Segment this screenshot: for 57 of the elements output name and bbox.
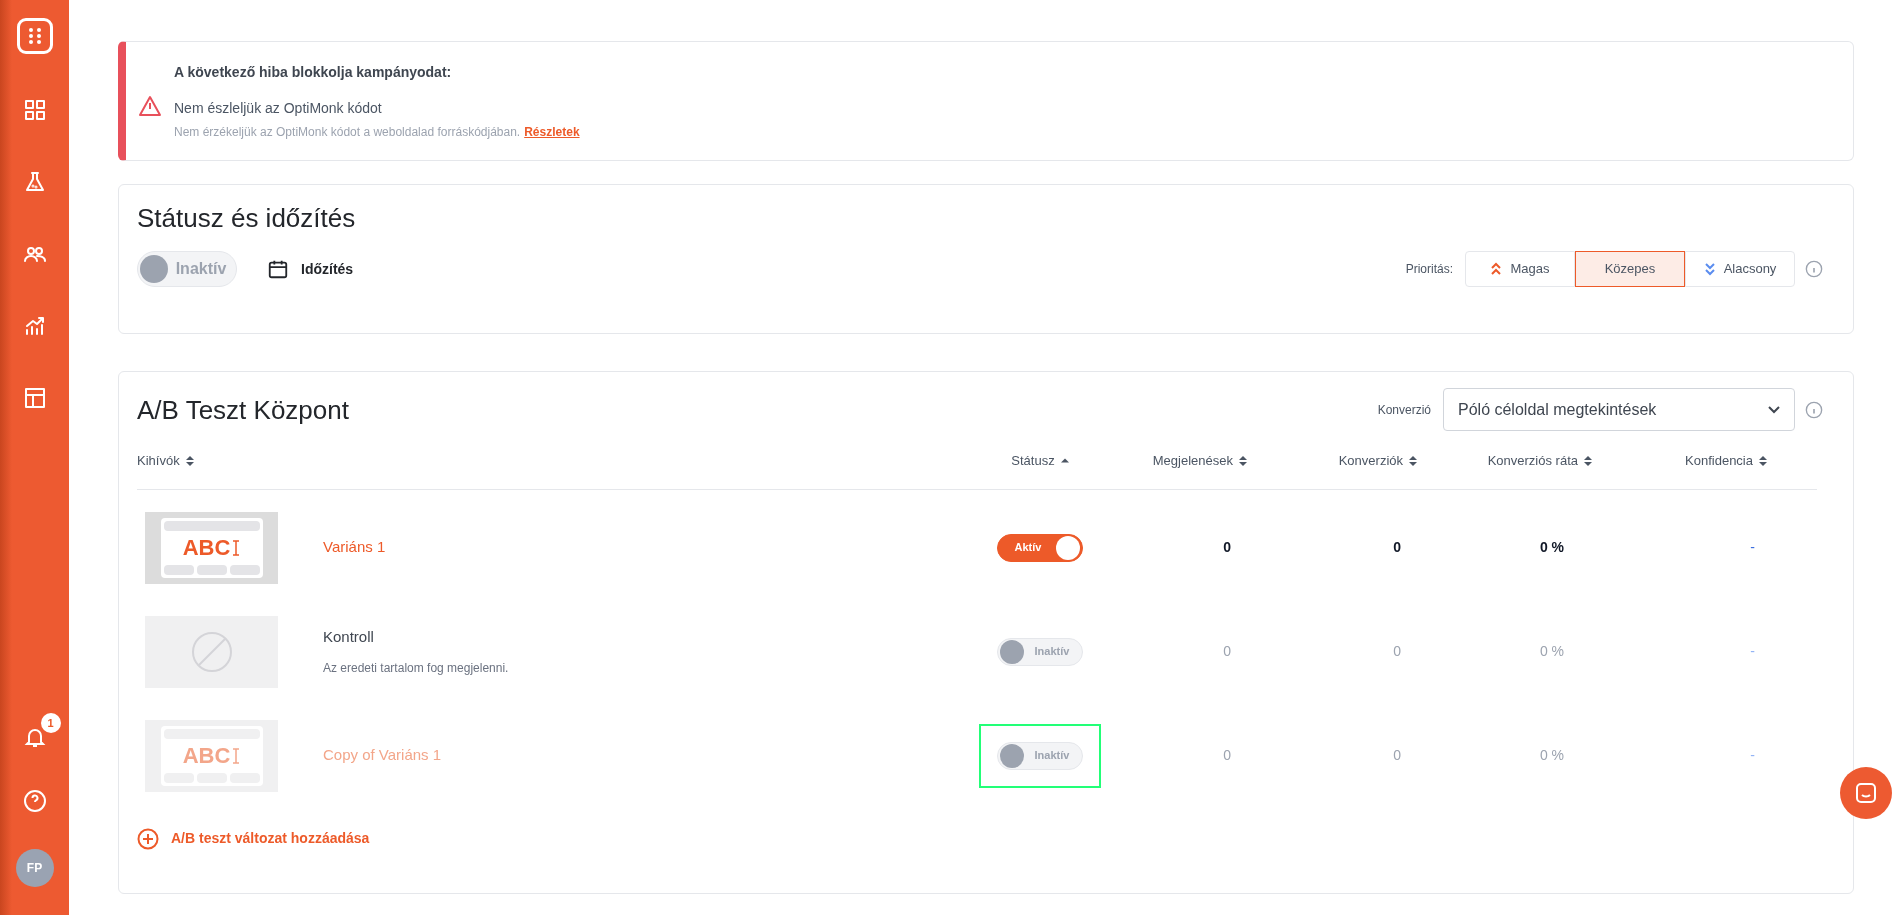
conversion-label: Konverzió	[1377, 401, 1431, 419]
column-header[interactable]: Megjelenések	[1152, 451, 1233, 471]
column-header[interactable]: Státusz	[1011, 451, 1055, 471]
column-header[interactable]: Kihívók	[137, 451, 180, 471]
table-cell-text: 0	[1222, 642, 1232, 661]
text-cursor-icon	[232, 539, 241, 556]
table-cell-text: 0	[1392, 642, 1402, 661]
logo-icon[interactable]	[16, 18, 53, 54]
variant-name[interactable]: Variáns 1	[323, 536, 386, 559]
placeholder-bar	[196, 564, 227, 575]
table-cell-text: 0	[1222, 538, 1232, 557]
column-header[interactable]: Konverziók	[1338, 451, 1403, 471]
schedule-label[interactable]: Időzítés	[301, 258, 354, 280]
table-cell-text: 0	[1392, 538, 1402, 557]
blocked-icon	[189, 629, 234, 674]
card-title: A/B Teszt Központ	[137, 396, 349, 423]
priority-option[interactable]: Közepes	[1575, 251, 1685, 287]
help-icon[interactable]	[22, 789, 47, 813]
alert-title: A következő hiba blokkolja kampányodat:	[174, 62, 453, 82]
table-cell-text: -	[1749, 538, 1756, 557]
conversion-select[interactable]: Póló céloldal megtekintések	[1443, 388, 1795, 431]
thumbnail-text: ABC	[182, 536, 231, 559]
thumbnail-text: ABC	[182, 744, 231, 767]
variant-name[interactable]: Kontroll	[323, 626, 509, 649]
column-header[interactable]: Konverziós ráta	[1487, 451, 1578, 471]
placeholder-bar	[163, 564, 194, 575]
table-cell-text: 0	[1392, 746, 1402, 765]
info-icon[interactable]	[1805, 260, 1823, 278]
calendar-icon	[267, 258, 289, 280]
dashboard-icon[interactable]	[22, 98, 47, 122]
priority-option[interactable]: Alacsony	[1685, 251, 1795, 287]
info-icon[interactable]	[1805, 400, 1823, 419]
variant-description: Az eredeti tartalom fog megjelenni.	[323, 659, 509, 677]
chat-icon	[1854, 781, 1878, 805]
priority-option[interactable]: Magas	[1465, 251, 1575, 287]
alert-detail: Nem érzékeljük az OptiMonk kódot a weboldalad forráskódjában.	[174, 123, 521, 141]
warning-icon	[138, 95, 162, 117]
table-cell-text: 0	[1222, 746, 1232, 765]
table-cell-text: -	[1749, 642, 1756, 661]
column-header[interactable]: Konfidencia	[1685, 451, 1753, 471]
alert-message: Nem észleljük az OptiMonk kódot	[174, 98, 383, 118]
text-cursor-icon	[232, 747, 241, 764]
table-cell-text: 0 %	[1538, 642, 1565, 661]
chevrons-up-icon	[1490, 262, 1503, 276]
card-title: Státusz és időzítés	[137, 205, 357, 231]
chat-button[interactable]	[1840, 767, 1892, 819]
table-cell-text: 0 %	[1538, 746, 1565, 765]
layout-icon[interactable]	[22, 386, 47, 410]
table-cell-text: -	[1749, 746, 1756, 765]
plus-circle-icon	[137, 827, 159, 850]
priority-label: Prioritás:	[1405, 261, 1453, 278]
notification-badge: 1	[40, 713, 61, 733]
placeholder-bar	[229, 564, 260, 575]
chevrons-down-icon	[1703, 262, 1716, 276]
table-cell-text: 0 %	[1538, 538, 1565, 557]
chevron-down-icon	[1768, 405, 1780, 414]
details-link[interactable]: Részletek	[524, 122, 580, 141]
